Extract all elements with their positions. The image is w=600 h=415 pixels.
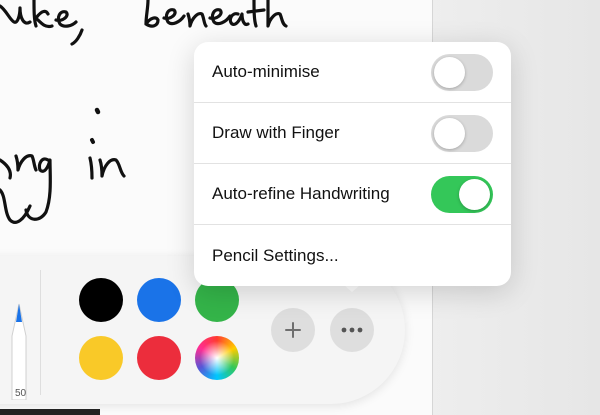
menu-item-label: Pencil Settings... — [212, 245, 339, 265]
color-picker-swatch[interactable] — [195, 336, 239, 380]
menu-item-draw-with-finger[interactable]: Draw with Finger — [194, 103, 511, 164]
toggle-knob — [434, 117, 465, 149]
color-swatch-blue[interactable] — [137, 278, 181, 322]
more-icon — [341, 327, 363, 333]
menu-item-auto-minimise[interactable]: Auto-minimise — [194, 42, 511, 103]
color-swatch-black[interactable] — [79, 278, 123, 322]
menu-item-label: Auto-refine Handwriting — [212, 184, 390, 203]
color-swatch-yellow[interactable] — [79, 336, 123, 380]
menu-item-label: Auto-minimise — [212, 62, 320, 81]
pencil-size-label: 50 — [15, 388, 27, 399]
toggle-knob — [434, 56, 465, 88]
home-indicator — [0, 409, 100, 415]
menu-item-label: Draw with Finger — [212, 123, 340, 142]
more-options-button[interactable] — [330, 308, 374, 352]
add-button[interactable] — [271, 308, 315, 352]
menu-item-pencil-settings[interactable]: Pencil Settings... — [194, 225, 511, 286]
pencil-tool[interactable] — [8, 300, 30, 400]
color-swatch-red[interactable] — [137, 336, 181, 380]
plus-icon — [285, 322, 301, 338]
auto-refine-handwriting-toggle[interactable] — [431, 175, 493, 213]
pencil-options-popover: Auto-minimise Draw with Finger Auto-refi… — [194, 42, 511, 286]
toggle-knob — [459, 178, 490, 210]
auto-minimise-toggle[interactable] — [431, 53, 493, 91]
draw-with-finger-toggle[interactable] — [431, 114, 493, 152]
menu-item-auto-refine-handwriting[interactable]: Auto-refine Handwriting — [194, 164, 511, 225]
toolbar-divider — [40, 270, 41, 395]
